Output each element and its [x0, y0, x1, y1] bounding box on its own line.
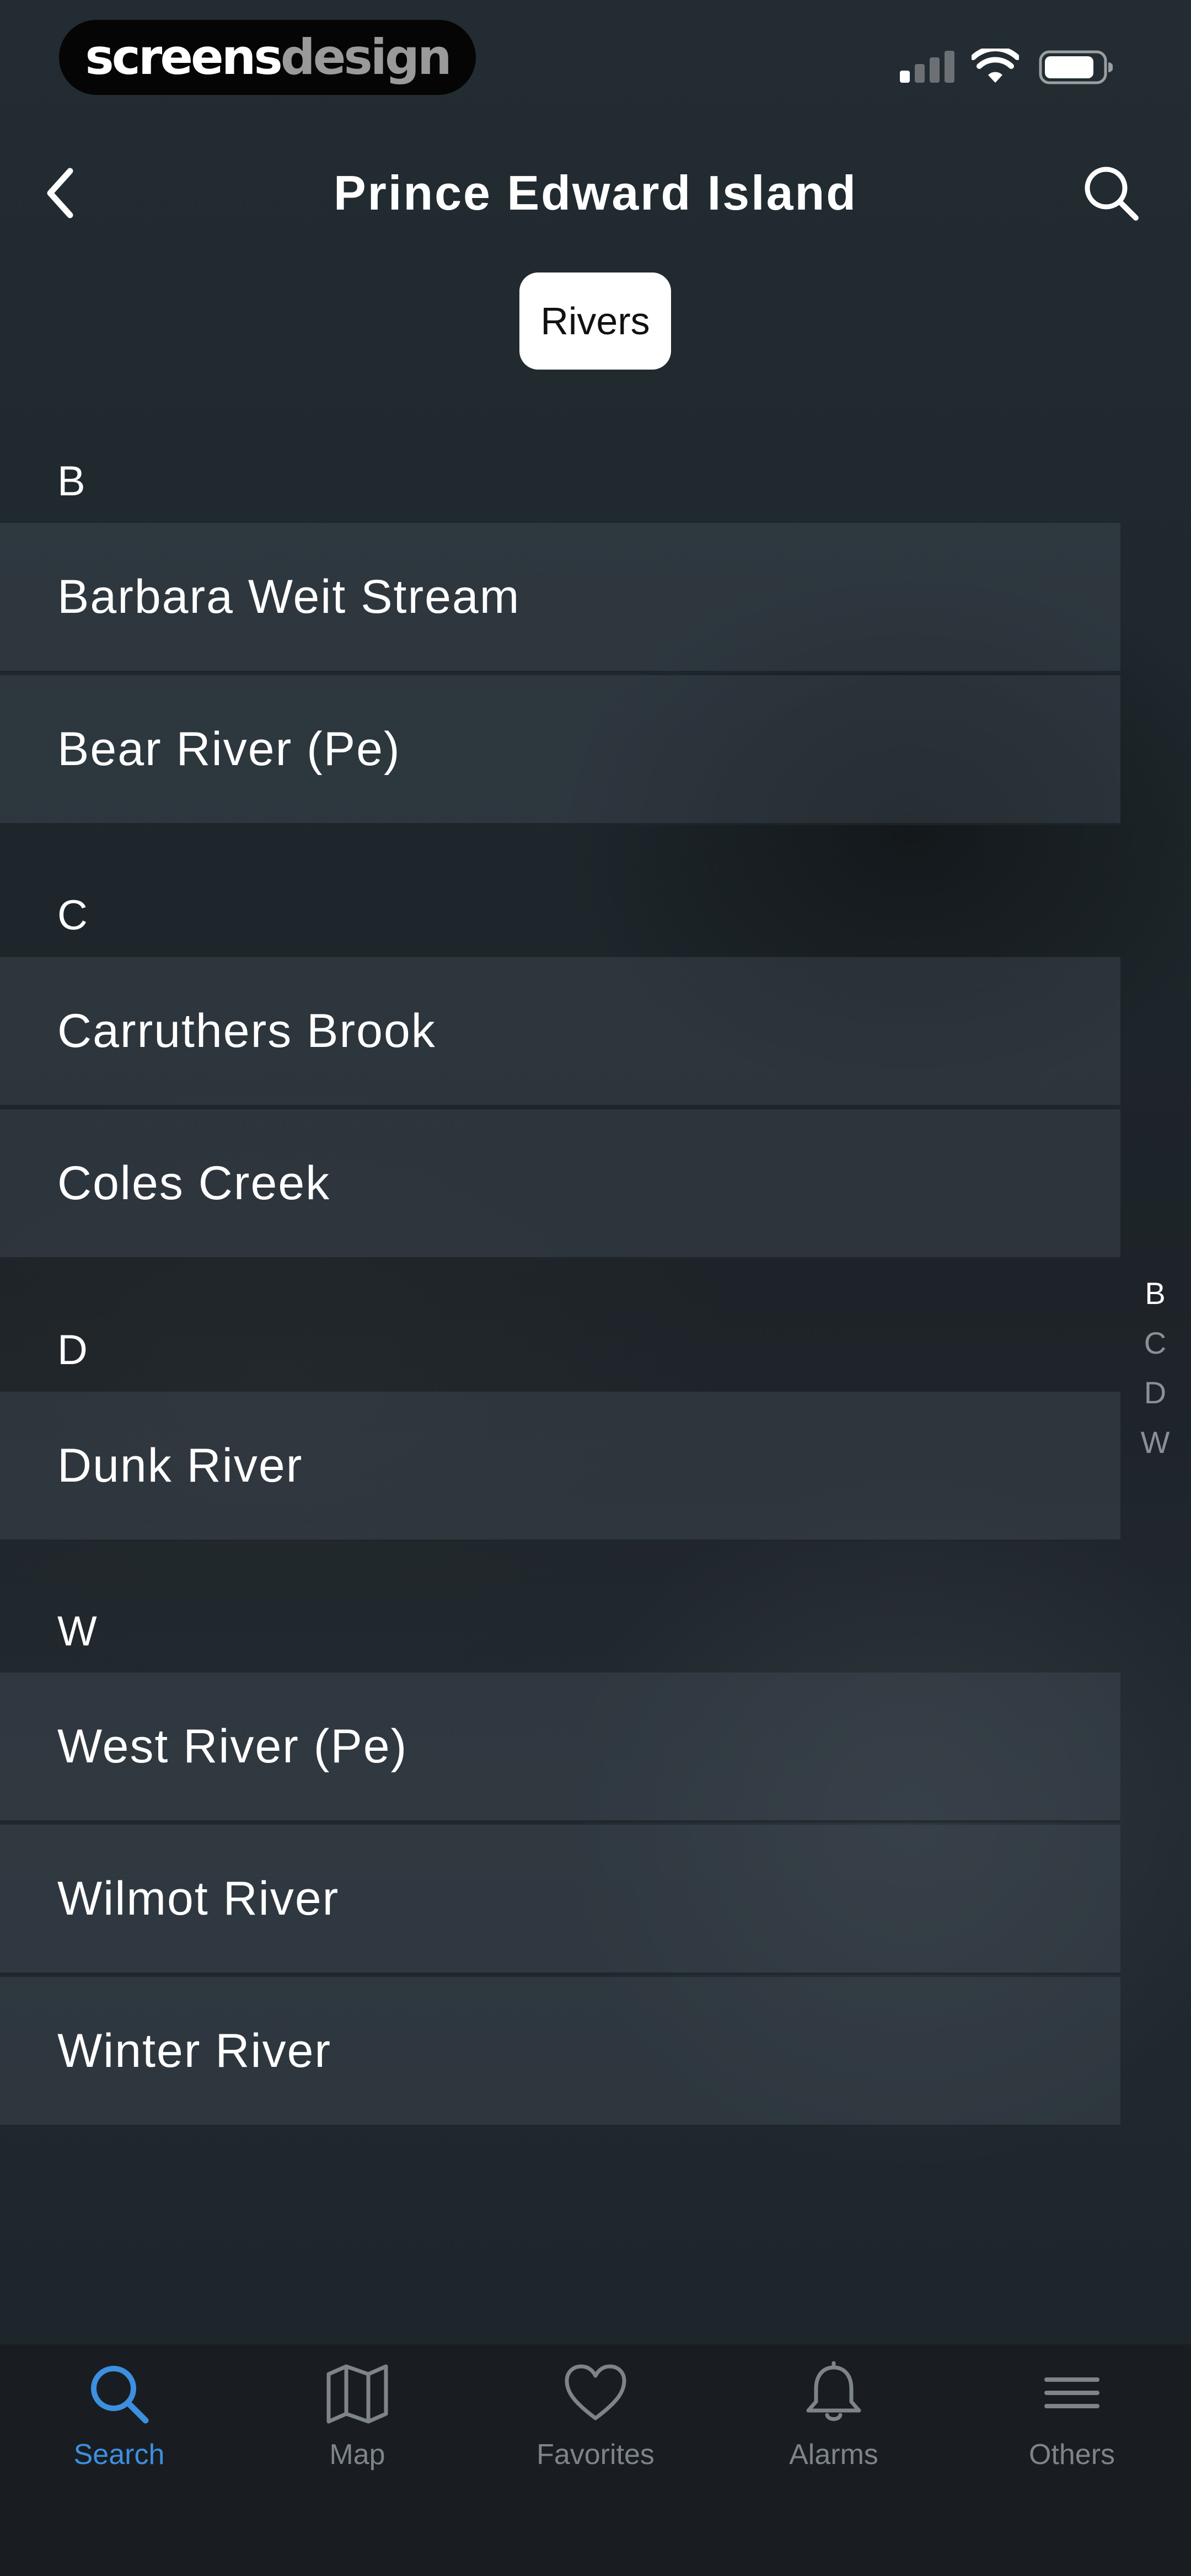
list-item-label: Dunk River	[57, 1439, 303, 1492]
screensdesign-logo: screens design	[59, 20, 476, 95]
heart-icon	[565, 2364, 626, 2420]
status-bar: screens design	[0, 0, 1191, 116]
list-item-label: Wilmot River	[57, 1872, 340, 1925]
page-title: Prince Edward Island	[333, 165, 858, 220]
tab-search[interactable]: Search	[0, 2344, 238, 2510]
section-header-w: W	[57, 1608, 97, 1655]
battery-icon	[1039, 50, 1113, 84]
list-item-label: Bear River (Pe)	[57, 723, 401, 776]
filter-chip-rivers[interactable]: Rivers	[519, 272, 671, 370]
list-item-label: Barbara Weit Stream	[57, 570, 521, 623]
list-item[interactable]: Winter River	[0, 1977, 1120, 2127]
section-header-b: B	[57, 458, 85, 505]
index-letter-c[interactable]: C	[1136, 1318, 1174, 1368]
tab-label: Others	[1028, 2439, 1115, 2471]
section-header-d: D	[57, 1327, 88, 1373]
list-item[interactable]: Bear River (Pe)	[0, 675, 1120, 825]
section-header-c: C	[57, 892, 88, 939]
tab-label: Map	[329, 2439, 385, 2471]
list-item-label: Winter River	[57, 2024, 332, 2077]
logo-part-design: design	[280, 29, 452, 85]
cellular-signal-icon	[900, 49, 955, 83]
background-photo	[0, 0, 1191, 2576]
list-item-label: Carruthers Brook	[57, 1004, 436, 1057]
search-button[interactable]	[1075, 160, 1147, 226]
list-item[interactable]: Coles Creek	[0, 1109, 1120, 1259]
menu-icon	[1044, 2377, 1099, 2408]
search-icon	[1085, 167, 1139, 221]
alphabet-index[interactable]: B C D W	[1136, 1269, 1174, 1467]
list-item[interactable]: Wilmot River	[0, 1825, 1120, 1975]
tab-favorites[interactable]: Favorites	[476, 2344, 715, 2510]
list-item[interactable]: Carruthers Brook	[0, 957, 1120, 1107]
index-letter-w[interactable]: W	[1136, 1418, 1174, 1467]
list-item[interactable]: West River (Pe)	[0, 1672, 1120, 1823]
tab-alarms[interactable]: Alarms	[715, 2344, 953, 2510]
map-icon	[326, 2364, 388, 2424]
list-item-label: Coles Creek	[57, 1157, 331, 1210]
index-letter-d[interactable]: D	[1136, 1368, 1174, 1418]
bell-icon	[806, 2361, 861, 2421]
tab-others[interactable]: Others	[953, 2344, 1191, 2510]
tab-map[interactable]: Map	[238, 2344, 476, 2510]
index-letter-b[interactable]: B	[1136, 1269, 1174, 1318]
list-item[interactable]: Barbara Weit Stream	[0, 523, 1120, 673]
list-item-label: West River (Pe)	[57, 1720, 408, 1773]
wifi-icon	[972, 49, 1019, 83]
search-icon	[91, 2366, 149, 2424]
tab-bar: Search Map Favorites Alarms Others	[0, 2344, 1191, 2576]
list-item[interactable]: Dunk River	[0, 1392, 1120, 1542]
navigation-header: Prince Edward Island	[0, 149, 1191, 237]
tab-label: Favorites	[537, 2439, 654, 2471]
logo-part-screens: screens	[85, 29, 282, 85]
tab-label: Search	[73, 2439, 165, 2471]
tab-label: Alarms	[789, 2439, 878, 2471]
